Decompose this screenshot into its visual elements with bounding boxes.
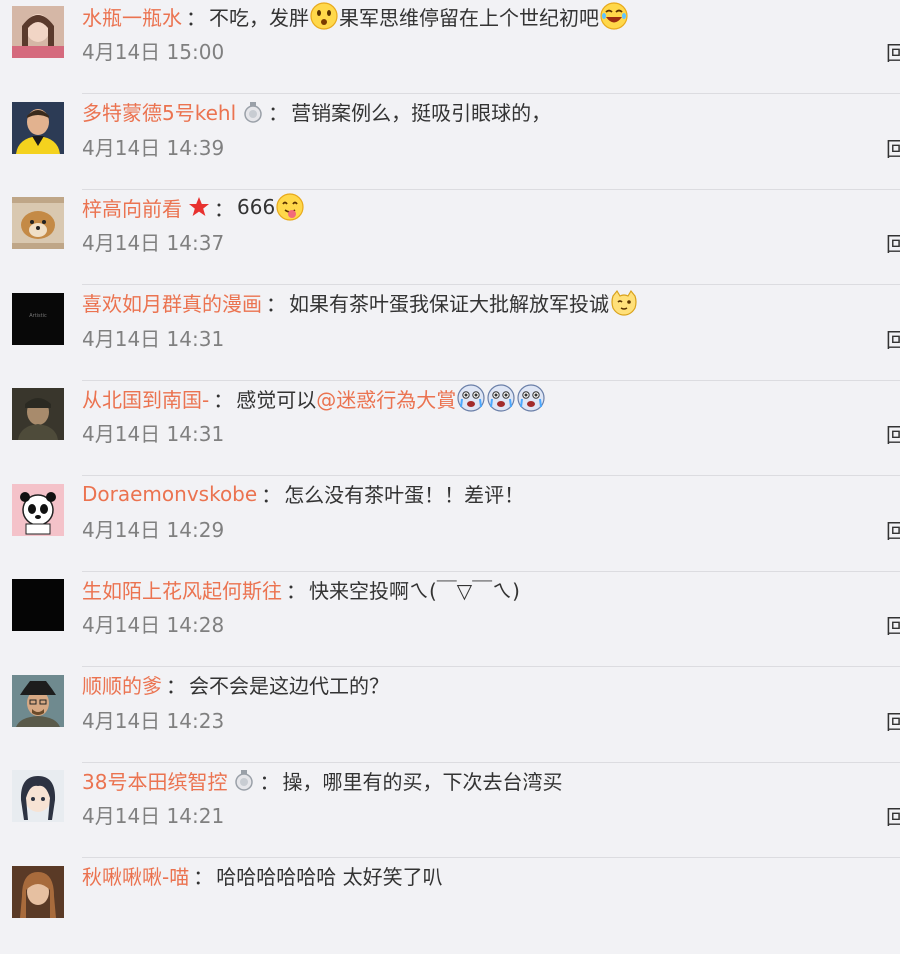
comment-line: Doraemonvskobe：怎么没有茶叶蛋！！差评！	[82, 478, 524, 510]
colon-separator: ：	[268, 101, 289, 125]
username-link[interactable]: 38号本田缤智控	[82, 766, 227, 795]
comment-timestamp: 4月14日 14:21	[82, 804, 225, 828]
reply-button[interactable]: 回	[886, 419, 900, 448]
user-avatar[interactable]	[12, 770, 64, 822]
comment-text: 怎么没有茶叶蛋！！差评！	[284, 483, 525, 507]
comment-text: 快来空投啊ㄟ(￣▽￣ㄟ)	[309, 578, 520, 603]
comment-line: 秋啾啾啾-喵：哈哈哈哈哈哈 太好笑了叭	[82, 860, 443, 892]
colon-separator: ：	[214, 196, 234, 221]
comment-timestamp: 4月14日 14:23	[82, 708, 225, 733]
colon-separator: ：	[166, 674, 186, 698]
colon-separator: ：	[259, 769, 280, 794]
surprised-emoji-icon	[309, 1, 339, 31]
reply-button[interactable]: 回	[886, 324, 900, 353]
tongue-emoji-icon	[275, 192, 305, 222]
comment-item: 生如陌上花风起何斯往：快来空投啊ㄟ(￣▽￣ㄟ) 4月14日 14:28 回	[0, 571, 900, 667]
comment-timestamp: 4月14日 15:00	[82, 40, 225, 64]
comment-text: 不吃，发胖	[209, 5, 309, 30]
comment-text: 果军思维停留在上个世纪初吧	[339, 5, 599, 30]
colon-separator: ：	[266, 292, 286, 316]
username-link[interactable]: 顺顺的爹	[82, 670, 162, 699]
colon-separator: ：	[261, 483, 282, 507]
colon-separator: ：	[286, 578, 306, 603]
username-link[interactable]: 从北国到南国-	[82, 384, 209, 413]
comment-item: 多特蒙德5号kehl ：营销案例么，挺吸引眼球的， 4月14日 14:39 回	[0, 94, 900, 190]
comment-line: 水瓶一瓶水：不吃，发胖 果军思维停留在上个世纪初吧	[82, 0, 629, 32]
comment-text: 感觉可以	[236, 387, 317, 412]
comment-timestamp: 4月14日 14:39	[82, 135, 225, 160]
crying-emoji-icon	[486, 383, 516, 413]
member-medal-icon	[233, 769, 255, 791]
username-link[interactable]: 梓高向前看	[82, 193, 182, 222]
comment-text: 营销案例么，挺吸引眼球的，	[291, 101, 552, 125]
comment-text: 哈哈哈哈哈哈 太好笑了叭	[216, 865, 443, 889]
comment-item: 梓高向前看 ： 666 4月14日 14:37 回	[0, 189, 900, 285]
comment-item: 从北国到南国-：感觉可以 @迷惑行為大賞 4月14日 14:31 回	[0, 380, 900, 476]
colon-separator: ：	[213, 387, 234, 412]
reply-button[interactable]: 回	[886, 706, 900, 735]
user-avatar[interactable]	[12, 865, 64, 918]
crying-emoji-icon	[456, 383, 486, 413]
username-link[interactable]: 生如陌上花风起何斯往	[82, 575, 282, 604]
user-avatar[interactable]	[12, 388, 64, 440]
user-avatar[interactable]	[12, 6, 64, 58]
comment-line: 梓高向前看 ： 666	[82, 191, 305, 223]
reply-button[interactable]: 回	[886, 37, 900, 66]
comment-text: 666	[237, 195, 276, 219]
comment-line: 生如陌上花风起何斯往：快来空投啊ㄟ(￣▽￣ㄟ)	[82, 573, 520, 605]
comment-text: 操，哪里有的买，下次去台湾买	[282, 769, 563, 794]
member-medal-icon	[242, 101, 264, 123]
comment-line: 喜欢如月群真的漫画：如果有茶叶蛋我保证大批解放军投诚	[82, 287, 639, 319]
crying-emoji-icon	[516, 383, 546, 413]
username-link[interactable]: 喜欢如月群真的漫画	[82, 288, 262, 317]
comment-line: 多特蒙德5号kehl ：营销案例么，挺吸引眼球的，	[82, 96, 551, 128]
comment-line: 从北国到南国-：感觉可以 @迷惑行為大賞	[82, 382, 546, 414]
colon-separator: ：	[193, 865, 214, 889]
comment-timestamp: 4月14日 14:31	[82, 422, 225, 446]
cat-emoji-icon	[609, 288, 639, 318]
comment-timestamp: 4月14日 14:37	[82, 231, 225, 255]
reply-button[interactable]: 回	[886, 801, 900, 830]
colon-separator: ：	[186, 5, 206, 30]
username-link[interactable]: 水瓶一瓶水	[82, 2, 182, 31]
username-link[interactable]: 秋啾啾啾-喵	[82, 861, 189, 890]
reply-button[interactable]: 回	[886, 610, 900, 639]
comment-text: 会不会是这边代工的？	[189, 674, 389, 698]
comment-line: 顺顺的爹：会不会是这边代工的？	[82, 669, 389, 701]
reply-button[interactable]: 回	[886, 133, 900, 162]
comment-item: 顺顺的爹：会不会是这边代工的？ 4月14日 14:23 回	[0, 667, 900, 763]
svg-text:Artistic: Artistic	[29, 313, 47, 319]
user-avatar[interactable]	[12, 483, 64, 536]
comment-item: Doraemonvskobe：怎么没有茶叶蛋！！差评！ 4月14日 14:29 回	[0, 476, 900, 572]
comment-item: 水瓶一瓶水：不吃，发胖 果军思维停留在上个世纪初吧 4月14日 15:00 回	[0, 0, 900, 94]
comment-line: 38号本田缤智控 ：操，哪里有的买，下次去台湾买	[82, 764, 562, 796]
username-link[interactable]: 多特蒙德5号kehl	[82, 97, 236, 126]
comment-timestamp: 4月14日 14:31	[82, 326, 225, 351]
laughing-emoji-icon	[599, 1, 629, 31]
user-avatar[interactable]	[12, 101, 64, 154]
red-star-icon	[188, 196, 210, 218]
comment-item: Artistic 喜欢如月群真的漫画：如果有茶叶蛋我保证大批解放军投诚 4月14日 …	[0, 285, 900, 381]
username-link[interactable]: Doraemonvskobe	[82, 482, 257, 506]
user-avatar[interactable]	[12, 579, 64, 631]
comment-item: 38号本田缤智控 ：操，哪里有的买，下次去台湾买 4月14日 14:21 回	[0, 762, 900, 858]
user-avatar[interactable]: Artistic	[12, 292, 64, 345]
user-avatar[interactable]	[12, 197, 64, 249]
comment-timestamp: 4月14日 14:29	[82, 517, 225, 542]
user-avatar[interactable]	[12, 674, 64, 727]
mention-link[interactable]: @迷惑行為大賞	[316, 384, 456, 413]
reply-button[interactable]: 回	[886, 515, 900, 544]
comment-item: 秋啾啾啾-喵：哈哈哈哈哈哈 太好笑了叭	[0, 858, 900, 954]
reply-button[interactable]: 回	[886, 228, 900, 257]
comment-timestamp: 4月14日 14:28	[82, 613, 225, 637]
comment-text: 如果有茶叶蛋我保证大批解放军投诚	[289, 292, 609, 316]
